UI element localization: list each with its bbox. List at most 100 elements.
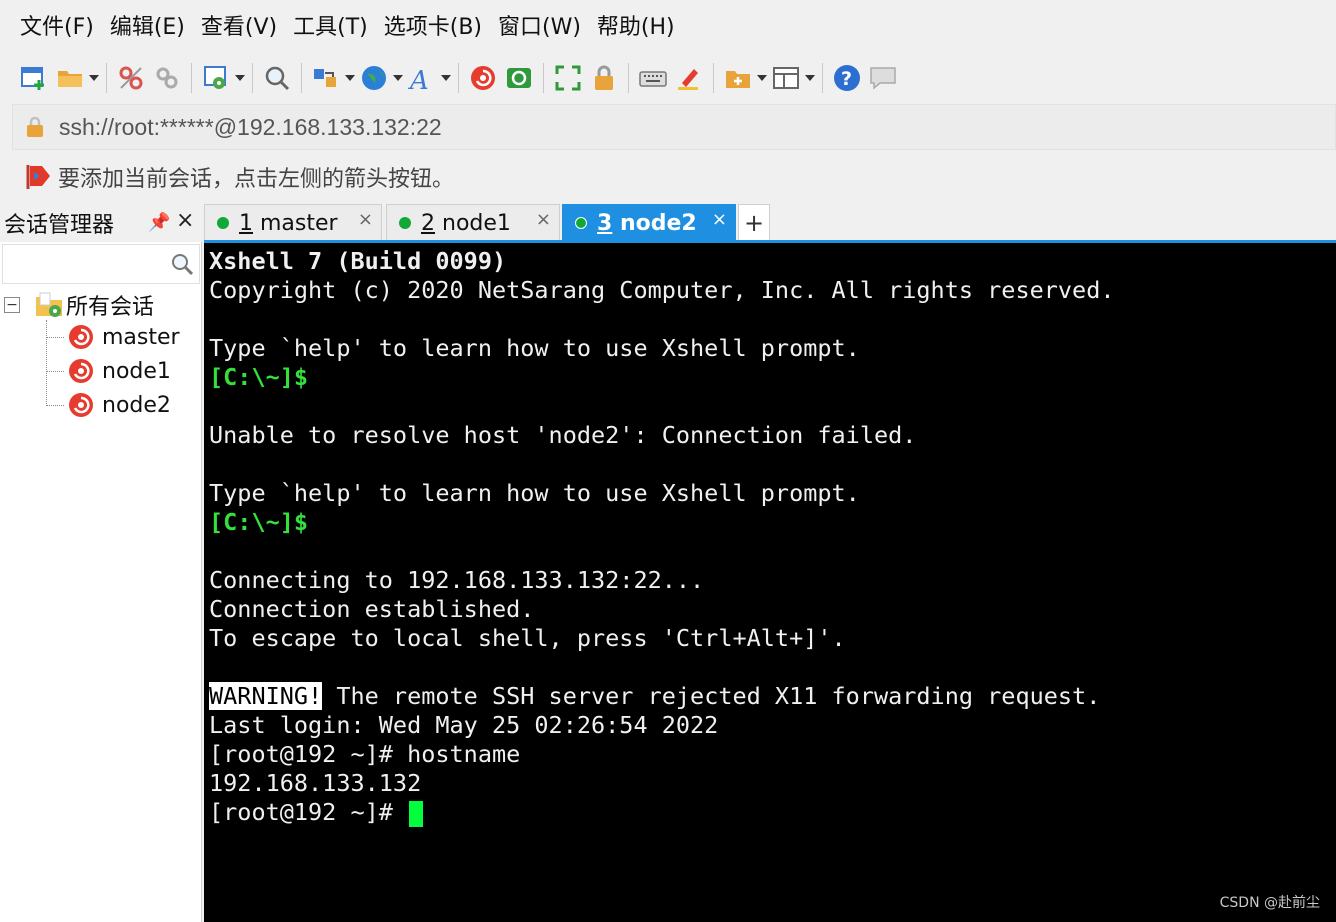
new-session-icon[interactable]	[16, 60, 52, 96]
globe-icon[interactable]	[356, 60, 392, 96]
menu-item[interactable]: 编辑(E)	[102, 0, 193, 54]
toolbar-separator	[458, 63, 459, 93]
terminal-line: WARNING! The remote SSH server rejected …	[209, 682, 1336, 711]
terminal-line: Copyright (c) 2020 NetSarang Computer, I…	[209, 276, 1115, 304]
session-search-input[interactable]	[2, 244, 200, 284]
terminal-line: [C:\~]$	[209, 363, 1336, 392]
session-item-master[interactable]: master	[46, 320, 180, 354]
terminal-line: 192.168.133.132	[209, 769, 422, 797]
tab-node2[interactable]: 3 node2 ×	[562, 204, 736, 242]
toolbar-separator	[822, 63, 823, 93]
tab-close-icon[interactable]: ×	[536, 209, 551, 230]
svg-text:A: A	[408, 66, 429, 93]
toolbar-separator	[301, 63, 302, 93]
highlight-icon[interactable]	[671, 60, 707, 96]
add-folder-icon[interactable]	[720, 60, 756, 96]
tab-strip: 1 master × 2 node1 × 3 node2 × +	[204, 204, 1336, 242]
fullscreen-icon[interactable]	[550, 60, 586, 96]
tab-master[interactable]: 1 master ×	[204, 204, 382, 242]
menu-item[interactable]: 文件(F)	[12, 0, 102, 54]
lock-icon[interactable]	[586, 60, 622, 96]
tab-close-icon[interactable]: ×	[358, 209, 373, 230]
keyboard-icon[interactable]	[635, 60, 671, 96]
connected-status-icon	[575, 217, 587, 229]
close-icon[interactable]: ×	[176, 208, 194, 233]
menu-item[interactable]: 帮助(H)	[589, 0, 683, 54]
transfer-dropdown[interactable]	[344, 60, 356, 96]
tree-branch	[46, 370, 64, 372]
terminal-line: [C:\~]$	[209, 508, 1336, 537]
terminal-line: [root@192 ~]# hostname	[209, 740, 521, 768]
chat-icon[interactable]	[865, 60, 901, 96]
properties-icon[interactable]	[198, 60, 234, 96]
open-folder-icon[interactable]	[52, 60, 88, 96]
tree-root-all-sessions[interactable]: − 所有会话	[4, 290, 154, 320]
address-text[interactable]: ssh://root:******@192.168.133.132:22	[59, 114, 442, 141]
connected-status-icon	[217, 217, 229, 229]
session-label: node2	[102, 392, 171, 418]
add-session-arrow-icon[interactable]	[24, 163, 52, 191]
menu-item[interactable]: 窗口(W)	[490, 0, 589, 54]
xshell-session-icon	[69, 325, 93, 349]
tab-close-icon[interactable]: ×	[712, 209, 727, 230]
terminal-output[interactable]: Xshell 7 (Build 0099) Copyright (c) 2020 …	[204, 243, 1336, 922]
session-item-node2[interactable]: node2	[46, 388, 171, 422]
tab-label: 3 node2	[597, 210, 697, 236]
layout-icon[interactable]	[768, 60, 804, 96]
menu-item[interactable]: 查看(V)	[193, 0, 285, 54]
pin-icon[interactable]: 📌	[148, 212, 170, 233]
reconnect-icon[interactable]	[149, 60, 185, 96]
local-prompt: [C:\~]$	[209, 363, 309, 391]
session-item-node1[interactable]: node1	[46, 354, 171, 388]
session-label: master	[102, 324, 180, 350]
xshell-icon[interactable]	[465, 60, 501, 96]
address-bar[interactable]: ssh://root:******@192.168.133.132:22	[12, 104, 1336, 150]
xftp-icon[interactable]	[501, 60, 537, 96]
connected-status-icon	[399, 217, 411, 229]
terminal-line: Type `help' to learn how to use Xshell p…	[209, 479, 860, 507]
menu-item[interactable]: 选项卡(B)	[376, 0, 490, 54]
disconnect-icon[interactable]	[113, 60, 149, 96]
menu-item[interactable]: 工具(T)	[285, 0, 376, 54]
terminal-cursor[interactable]	[409, 800, 424, 827]
terminal-line: Last login: Wed May 25 02:26:54 2022	[209, 711, 719, 739]
terminal-line: [root@192 ~]#	[209, 798, 1336, 827]
toolbar-separator	[628, 63, 629, 93]
find-icon[interactable]	[259, 60, 295, 96]
add-folder-dropdown[interactable]	[756, 60, 768, 96]
lock-icon	[27, 116, 43, 137]
collapse-icon[interactable]: −	[4, 297, 20, 313]
search-icon[interactable]	[169, 251, 195, 277]
folder-icon	[36, 292, 62, 317]
open-dropdown[interactable]	[88, 60, 100, 96]
terminal-line: Unable to resolve host 'node2': Connecti…	[209, 421, 917, 449]
tree-branch	[46, 404, 64, 406]
watermark: CSDN @赴前尘	[1219, 895, 1320, 911]
xshell-session-icon	[69, 393, 93, 417]
toolbar-separator	[713, 63, 714, 93]
session-manager-title: 会话管理器	[4, 213, 115, 238]
new-tab-button[interactable]: +	[738, 204, 770, 242]
layout-dropdown[interactable]	[804, 60, 816, 96]
tab-label: 2 node1	[421, 210, 511, 236]
transfer-icon[interactable]	[308, 60, 344, 96]
hint-text: 要添加当前会话，点击左侧的箭头按钮。	[58, 167, 455, 192]
hint-bar: 要添加当前会话，点击左侧的箭头按钮。	[12, 152, 1336, 202]
menu-bar: 文件(F) 编辑(E) 查看(V) 工具(T) 选项卡(B) 窗口(W) 帮助(H)	[0, 0, 1336, 54]
help-icon[interactable]: ?	[829, 60, 865, 96]
font-icon[interactable]: A	[404, 60, 440, 96]
toolbar-separator	[252, 63, 253, 93]
tab-node1[interactable]: 2 node1 ×	[386, 204, 560, 242]
tab-label: 1 master	[239, 210, 338, 236]
globe-dropdown[interactable]	[392, 60, 404, 96]
properties-dropdown[interactable]	[234, 60, 246, 96]
shell-prompt: [root@192 ~]#	[209, 798, 408, 826]
toolbar-separator	[106, 63, 107, 93]
warning-text: The remote SSH server rejected X11 forwa…	[322, 682, 1101, 710]
font-dropdown[interactable]	[440, 60, 452, 96]
